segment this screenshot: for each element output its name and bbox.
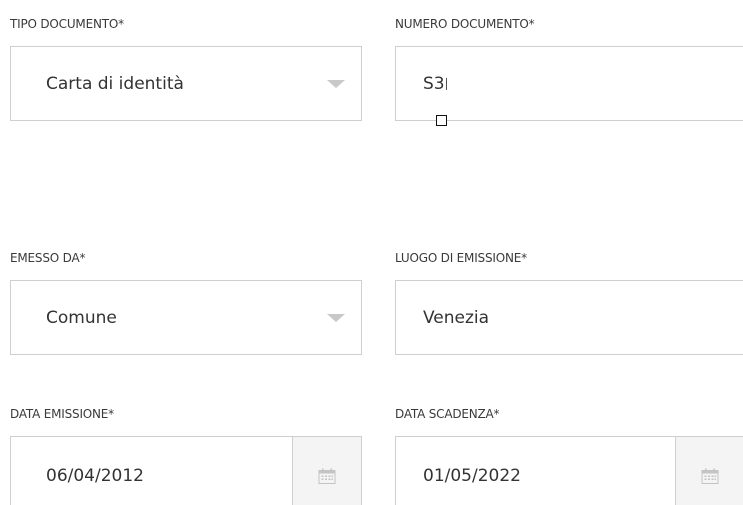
luogo-emissione-input[interactable]: Venezia	[395, 280, 743, 355]
calendar-icon	[318, 468, 336, 484]
tipo-documento-select[interactable]: Carta di identità	[10, 46, 362, 121]
data-scadenza-value: 01/05/2022	[423, 466, 521, 486]
data-emissione-datepicker-button[interactable]	[292, 437, 361, 505]
text-caret	[445, 77, 447, 90]
data-emissione-value: 06/04/2012	[46, 466, 144, 486]
data-scadenza-label: DATA SCADENZA*	[395, 407, 500, 421]
emesso-da-select[interactable]: Comune	[10, 280, 362, 355]
emesso-da-value: Comune	[46, 307, 117, 328]
tipo-documento-value: Carta di identità	[46, 73, 184, 94]
numero-documento-value: S3	[423, 73, 445, 94]
emesso-da-label: EMESSO DA*	[10, 251, 86, 265]
chevron-down-icon	[327, 79, 345, 88]
numero-documento-input[interactable]: S3	[395, 46, 743, 121]
tipo-documento-label: TIPO DOCUMENTO*	[10, 17, 124, 31]
data-emissione-input[interactable]: 06/04/2012	[10, 436, 362, 505]
luogo-emissione-label: LUOGO DI EMISSIONE*	[395, 251, 527, 265]
data-emissione-label: DATA EMISSIONE*	[10, 407, 114, 421]
luogo-emissione-value: Venezia	[423, 307, 490, 328]
data-scadenza-datepicker-button[interactable]	[675, 437, 743, 505]
chevron-down-icon	[327, 313, 345, 322]
calendar-icon	[701, 468, 719, 484]
numero-documento-label: NUMERO DOCUMENTO*	[395, 17, 535, 31]
document-form: TIPO DOCUMENTO* Carta di identità NUMERO…	[0, 0, 743, 505]
data-scadenza-input[interactable]: 01/05/2022	[395, 436, 743, 505]
mouse-cursor-icon	[436, 115, 447, 126]
